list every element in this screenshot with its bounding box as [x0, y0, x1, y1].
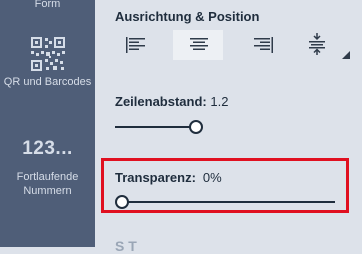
line-spacing-slider-track[interactable]: [115, 126, 197, 128]
align-right-button[interactable]: [237, 30, 287, 60]
align-right-icon: [254, 37, 273, 53]
align-center-button[interactable]: [173, 30, 223, 60]
qr-code-icon: [30, 37, 65, 71]
align-center-icon: [190, 38, 208, 50]
transparency-value: 0%: [202, 170, 222, 185]
next-section-heading: S T: [115, 238, 137, 254]
numbering-icon: 123...: [22, 138, 73, 159]
sidebar-item-label: QR und Barcodes: [3, 76, 92, 88]
sidebar-item-label: Fortlaufende Nummern: [16, 171, 79, 197]
properties-panel: Ausrichtung & Position Zeilenabstand: 1.…: [95, 0, 362, 254]
transparency-slider-track[interactable]: [119, 201, 335, 203]
alignment-heading: Ausrichtung & Position: [115, 9, 260, 24]
vertical-align-icon: [309, 33, 325, 55]
align-left-icon: [126, 37, 145, 53]
sidebar-item-numbering[interactable]: 123... Fortlaufende Nummern: [0, 138, 95, 198]
line-spacing-slider-handle[interactable]: [189, 120, 203, 134]
line-spacing-value: 1.2: [210, 94, 229, 109]
line-spacing-label: Zeilenabstand: 1.2: [115, 94, 229, 109]
transparency-label: Transparenz: 0%: [115, 170, 222, 185]
sidebar: Form QR und Barcodes 123... Fortlaufende…: [0, 0, 95, 247]
sidebar-item-qr-barcodes[interactable]: QR und Barcodes: [0, 37, 95, 89]
transparency-slider-handle[interactable]: [115, 195, 129, 209]
vertical-align-button[interactable]: [291, 30, 350, 60]
dropdown-corner-icon: [342, 51, 350, 59]
sidebar-item-label: Form: [34, 0, 61, 10]
sidebar-item-form[interactable]: Form: [0, 0, 95, 11]
align-left-button[interactable]: [110, 30, 160, 60]
transparency-highlight-box: [101, 158, 349, 213]
